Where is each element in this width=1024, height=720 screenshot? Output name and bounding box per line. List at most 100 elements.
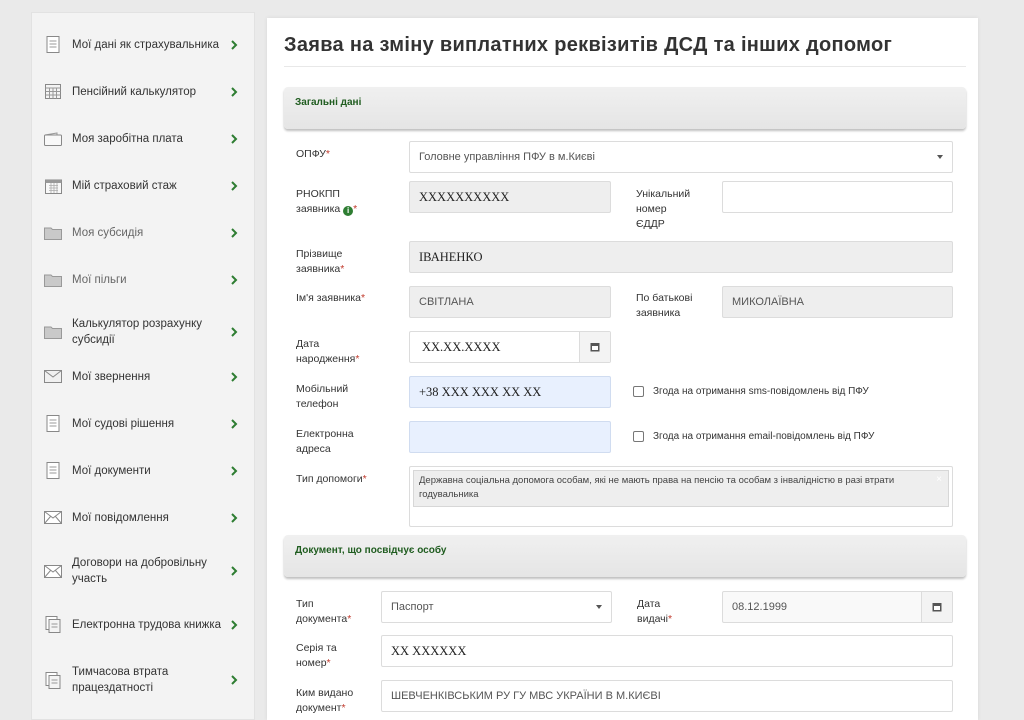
patronymic-field[interactable]: МИКОЛАЇВНА <box>722 286 953 318</box>
issued-by-label: Ким видано документ* <box>296 687 354 714</box>
checkbox[interactable] <box>633 386 644 397</box>
chevron-right-icon <box>231 274 238 285</box>
document-icon <box>44 36 62 54</box>
birth-date-input[interactable]: XX.XX.XXXX <box>409 331 611 363</box>
document-icon <box>44 415 62 433</box>
email-input[interactable] <box>409 421 611 453</box>
chevron-right-icon <box>231 327 238 337</box>
sidebar-item-label: Моя субсидія <box>72 226 144 239</box>
chevron-right-icon <box>231 566 238 576</box>
birth-date-label: Дата народження* <box>296 338 360 365</box>
envelope-icon <box>44 509 62 527</box>
sidebar: Мої дані як страхувальника Пенсійний кал… <box>31 12 255 720</box>
sidebar-item-label: Мої звернення <box>72 370 151 383</box>
sidebar-item-label: Мої судові рішення <box>72 417 175 430</box>
series-input[interactable]: XX XXXXXX <box>381 635 953 667</box>
doc-type-value: Паспорт <box>391 601 434 613</box>
workbook-icon <box>44 616 62 634</box>
aid-type-multiselect[interactable]: Державна соціальна допомога особам, які … <box>409 466 953 527</box>
section-title: Загальні дані <box>295 97 362 108</box>
sidebar-item-temporary-disability[interactable]: Тимчасова втрата працездатності <box>32 649 254 711</box>
section-document: Документ, що посвідчує особу <box>284 535 966 577</box>
issued-by-input[interactable]: ШЕВЧЕНКІВСЬКИМ РУ ГУ МВС УКРАЇНИ В М.КИЄ… <box>381 680 953 712</box>
issue-date-value: 08.12.1999 <box>732 601 788 613</box>
workbook-icon <box>44 671 62 689</box>
main-panel: Заява на зміну виплатних реквізитів ДСД … <box>267 18 978 720</box>
chevron-right-icon <box>231 465 238 476</box>
sidebar-item-pension-calculator[interactable]: Пенсійний калькулятор <box>32 68 254 115</box>
checkbox[interactable] <box>633 431 644 442</box>
chevron-right-icon <box>231 675 238 685</box>
name-field[interactable]: СВІТЛАНА <box>409 286 611 318</box>
sidebar-item-appeals[interactable]: Мої звернення <box>32 353 254 400</box>
sidebar-item-label: Договори на добровільну участь <box>72 557 207 585</box>
sidebar-item-work-record-book[interactable]: Електронна трудова книжка <box>32 601 254 648</box>
sidebar-item-insurer-data[interactable]: Мої дані як страхувальника <box>32 21 254 68</box>
info-icon[interactable]: i <box>343 206 354 216</box>
calendar-icon[interactable] <box>579 332 610 362</box>
document-icon <box>44 462 62 480</box>
sidebar-item-label: Мій страховий стаж <box>72 179 177 192</box>
email-consent-label: Згода на отримання email-повідомлень від… <box>653 431 875 442</box>
doc-type-label: Тип документа* <box>296 598 352 625</box>
title-divider <box>284 66 966 67</box>
rnokpp-label: РНОКПП заявника i * <box>296 188 358 216</box>
sidebar-item-court-decisions[interactable]: Мої судові рішення <box>32 400 254 447</box>
chevron-down-icon <box>937 155 943 159</box>
section-title: Документ, що посвідчує особу <box>295 545 447 556</box>
chevron-right-icon <box>231 133 238 144</box>
sidebar-item-insurance-period[interactable]: Мій страховий стаж <box>32 162 254 209</box>
chevron-right-icon <box>231 512 238 523</box>
aid-type-tag: Державна соціальна допомога особам, які … <box>413 470 949 507</box>
sidebar-item-label: Електронна трудова книжка <box>72 618 222 631</box>
calculator-icon <box>44 83 62 101</box>
patronymic-label: По батькові заявника <box>636 292 693 319</box>
chevron-right-icon <box>231 619 238 630</box>
page-title: Заява на зміну виплатних реквізитів ДСД … <box>284 34 893 56</box>
series-value: XX XXXXXX <box>391 643 467 658</box>
patronymic-value: МИКОЛАЇВНА <box>732 296 805 308</box>
issued-by-value: ШЕВЧЕНКІВСЬКИМ РУ ГУ МВС УКРАЇНИ В М.КИЄ… <box>391 690 661 702</box>
email-label: Електронна адреса <box>296 428 354 455</box>
sidebar-item-voluntary-contracts[interactable]: Договори на добровільну участь <box>32 541 254 601</box>
chevron-right-icon <box>231 39 238 50</box>
folder-icon <box>44 224 62 242</box>
eddr-label: Унікальний номер ЄДДР <box>636 188 691 230</box>
email-consent-checkbox[interactable]: Згода на отримання email-повідомлень від… <box>633 431 874 442</box>
surname-label: Прізвище заявника* <box>296 248 345 275</box>
envelope-icon <box>44 368 62 386</box>
chevron-right-icon <box>231 418 238 429</box>
folder-icon <box>44 271 62 289</box>
remove-tag-icon[interactable]: × <box>936 473 942 487</box>
opfu-select[interactable]: Головне управління ПФУ в м.Києві <box>409 141 953 173</box>
sidebar-item-label: Тимчасова втрата працездатності <box>72 666 169 694</box>
eddr-input[interactable] <box>722 181 953 213</box>
issue-date-label: Дата видачі* <box>637 598 673 625</box>
sidebar-item-benefits[interactable]: Мої пільги <box>32 256 254 303</box>
sidebar-item-subsidy[interactable]: Моя субсидія <box>32 209 254 256</box>
sms-consent-checkbox[interactable]: Згода на отримання sms-повідомлень від П… <box>633 386 869 397</box>
sidebar-item-label: Мої документи <box>72 464 151 477</box>
sidebar-item-messages[interactable]: Мої повідомлення <box>32 494 254 541</box>
surname-field[interactable]: ІВАНЕНКО <box>409 241 953 273</box>
chevron-right-icon <box>231 227 238 238</box>
phone-input[interactable]: +38 XXX XXX XX XX <box>409 376 611 408</box>
rnokpp-field[interactable]: XXXXXXXXXX <box>409 181 611 213</box>
name-label: Ім'я заявника* <box>296 292 366 304</box>
calendar-icon <box>44 177 62 195</box>
chevron-right-icon <box>231 86 238 97</box>
chevron-right-icon <box>231 371 238 382</box>
chevron-down-icon <box>596 605 602 609</box>
sidebar-item-salary[interactable]: Моя заробітна плата <box>32 115 254 162</box>
sidebar-item-label: Мої дані як страхувальника <box>72 38 219 51</box>
calendar-icon[interactable] <box>921 592 952 622</box>
envelope-icon <box>44 562 62 580</box>
surname-value: ІВАНЕНКО <box>419 249 483 264</box>
sidebar-item-label: Пенсійний калькулятор <box>72 85 197 98</box>
issue-date-input[interactable]: 08.12.1999 <box>722 591 953 623</box>
phone-value: +38 XXX XXX XX XX <box>419 384 542 399</box>
sidebar-item-label: Моя заробітна плата <box>72 132 183 145</box>
sidebar-item-documents[interactable]: Мої документи <box>32 447 254 494</box>
doc-type-select[interactable]: Паспорт <box>381 591 612 623</box>
folder-icon <box>44 323 62 341</box>
